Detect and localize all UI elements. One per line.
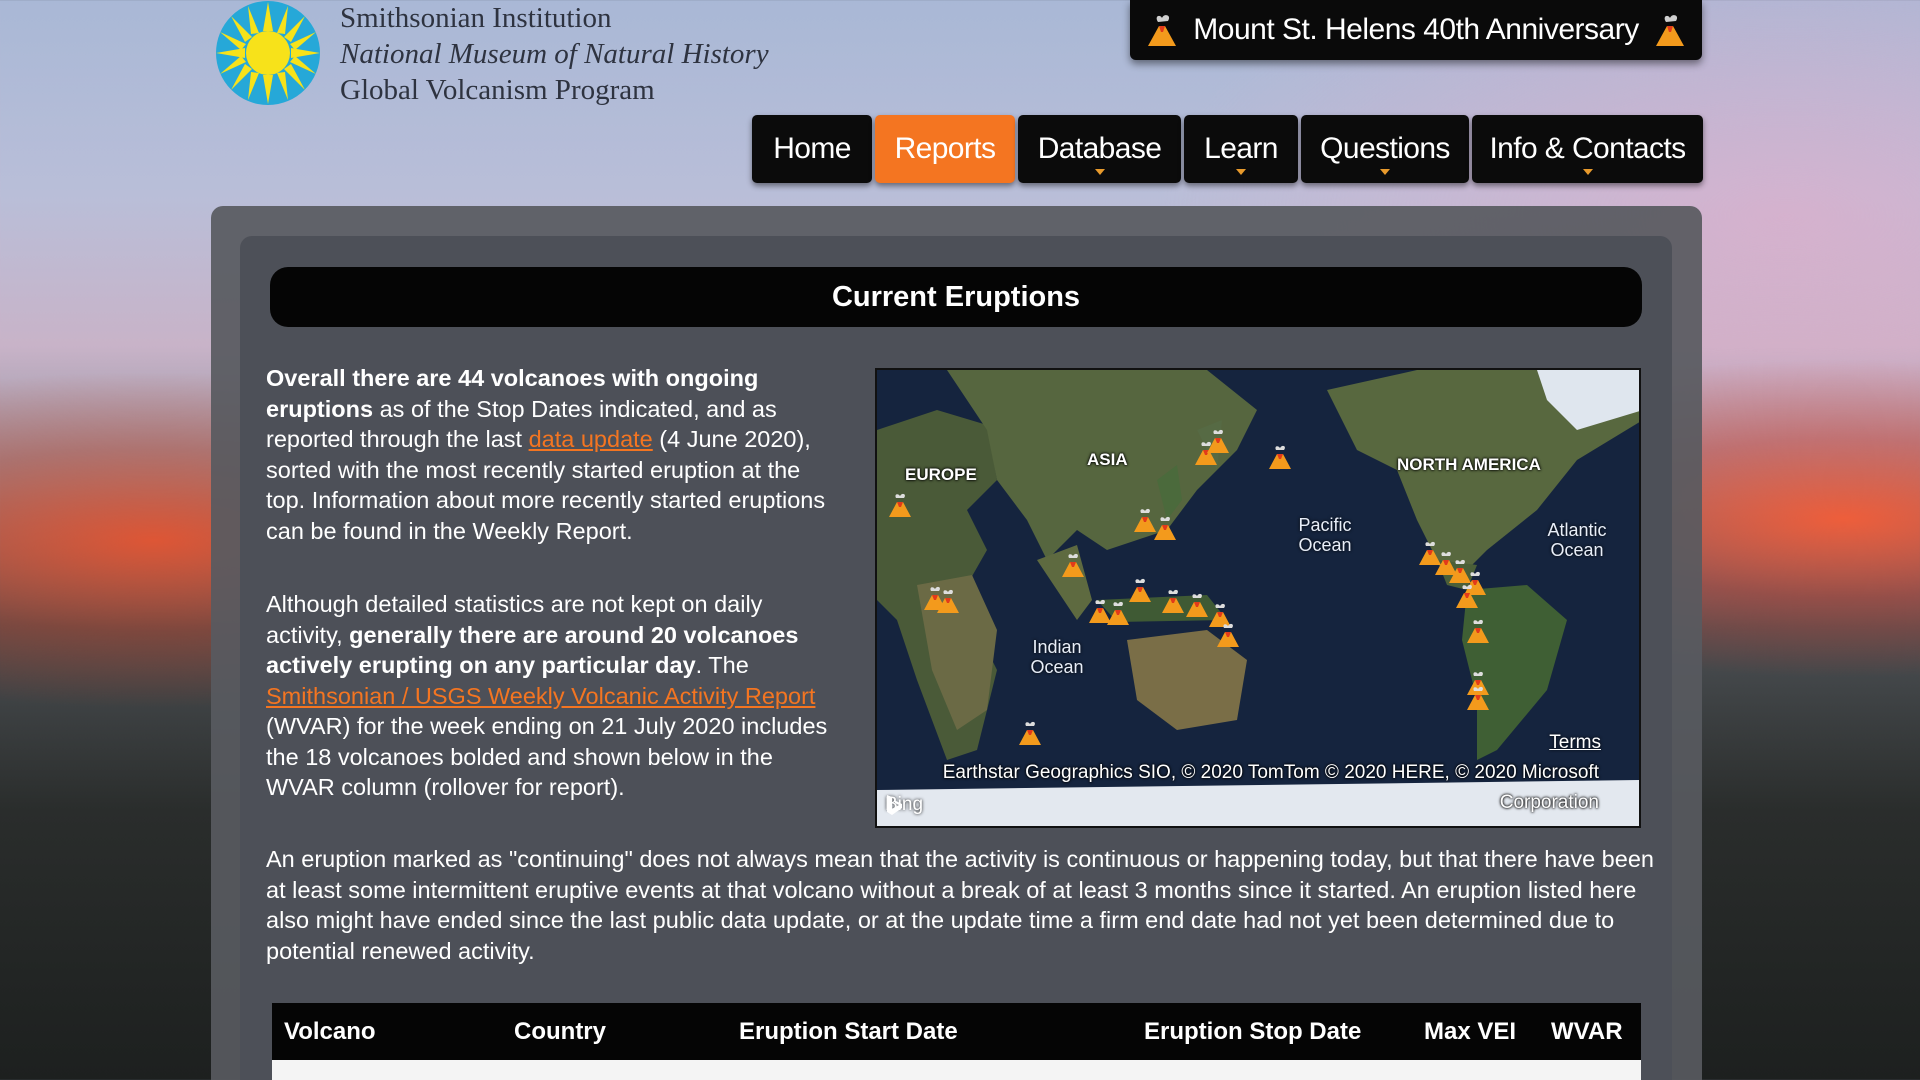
volcano-marker-icon[interactable] xyxy=(887,492,913,518)
caret-down-icon xyxy=(1380,169,1390,175)
col-max-vei[interactable]: Max VEI xyxy=(1424,1018,1516,1046)
col-stop-date[interactable]: Eruption Stop Date xyxy=(1144,1018,1361,1046)
map-label-asia: ASIA xyxy=(1087,450,1128,469)
map-label-pacific: Pacific Ocean xyxy=(1298,515,1352,555)
nav-questions[interactable]: Questions xyxy=(1301,115,1469,183)
map-label-atlantic: Atlantic Ocean xyxy=(1547,520,1607,560)
volcano-icon xyxy=(1655,15,1684,46)
caret-down-icon xyxy=(1236,169,1246,175)
volcano-icon xyxy=(1148,15,1176,46)
nav-learn-label: Learn xyxy=(1204,132,1278,165)
data-update-link[interactable]: data update xyxy=(529,426,653,452)
stats-paragraph: Although detailed statistics are not kep… xyxy=(266,589,836,803)
table-row[interactable] xyxy=(272,1060,1641,1080)
map-terms-link[interactable]: Terms xyxy=(1549,732,1601,754)
volcano-marker-icon[interactable] xyxy=(1160,588,1186,614)
smithsonian-sun-logo[interactable] xyxy=(212,0,324,106)
col-volcano[interactable]: Volcano xyxy=(284,1018,376,1046)
map-label-north-america: NORTH AMERICA xyxy=(1397,455,1541,474)
org-line-program: Global Volcanism Program xyxy=(340,74,655,106)
nav-reports[interactable]: Reports xyxy=(875,115,1015,183)
volcano-marker-icon[interactable] xyxy=(935,588,961,614)
nav-database-label: Database xyxy=(1037,132,1162,165)
main-nav: Home Reports Database Learn Questions In… xyxy=(752,115,1703,183)
volcano-marker-icon[interactable] xyxy=(1465,685,1491,711)
nav-questions-label: Questions xyxy=(1320,132,1450,165)
caret-down-icon xyxy=(1094,169,1105,175)
anniversary-banner[interactable]: Mount St. Helens 40th Anniversary xyxy=(1130,0,1702,60)
volcano-marker-icon[interactable] xyxy=(1060,552,1086,578)
stats-text-3: (WVAR) for the week ending on 21 July 20… xyxy=(266,713,828,800)
caret-down-icon xyxy=(1582,169,1593,175)
map-label-europe: EUROPE xyxy=(905,465,977,484)
eruptions-table-header: Volcano Country Eruption Start Date Erup… xyxy=(272,1003,1641,1060)
map-label-indian: Indian Ocean xyxy=(1030,637,1084,677)
nav-home[interactable]: Home xyxy=(752,115,872,183)
org-name[interactable]: Smithsonian Institution National Museum … xyxy=(340,0,769,108)
volcano-marker-icon[interactable] xyxy=(1215,622,1241,648)
nav-info-contacts[interactable]: Info & Contacts xyxy=(1472,115,1703,183)
volcano-marker-icon[interactable] xyxy=(1454,583,1480,609)
volcano-marker-icon[interactable] xyxy=(1127,577,1153,603)
wvar-link[interactable]: Smithsonian / USGS Weekly Volcanic Activ… xyxy=(266,683,815,709)
page-title: Current Eruptions xyxy=(270,267,1642,327)
nav-database[interactable]: Database xyxy=(1018,115,1181,183)
nav-learn[interactable]: Learn xyxy=(1184,115,1298,183)
eruptions-map[interactable]: EUROPE ASIA NORTH AMERICA Pacific Ocean … xyxy=(875,368,1641,828)
volcano-marker-icon[interactable] xyxy=(1017,720,1043,746)
nav-info-contacts-label: Info & Contacts xyxy=(1489,132,1686,165)
volcano-marker-icon[interactable] xyxy=(1205,428,1231,454)
stats-text-2: . The xyxy=(695,652,749,678)
continuing-note-paragraph: An eruption marked as "continuing" does … xyxy=(266,846,1654,964)
volcano-marker-icon[interactable] xyxy=(1152,515,1178,541)
bing-logo[interactable]: Bing xyxy=(885,794,923,816)
volcano-marker-icon[interactable] xyxy=(1465,618,1491,644)
org-line-museum: National Museum of Natural History xyxy=(340,38,769,70)
org-line-institution: Smithsonian Institution xyxy=(340,2,612,34)
col-start-date[interactable]: Eruption Start Date xyxy=(739,1018,958,1046)
nav-reports-label: Reports xyxy=(894,132,996,165)
col-wvar[interactable]: WVAR xyxy=(1551,1018,1623,1046)
volcano-marker-icon[interactable] xyxy=(1267,444,1293,470)
bing-icon xyxy=(887,795,902,815)
anniversary-text: Mount St. Helens 40th Anniversary xyxy=(1193,13,1639,46)
map-attribution: Earthstar Geographics SIO, © 2020 TomTom… xyxy=(942,762,1599,813)
intro-paragraph: Overall there are 44 volcanoes with ongo… xyxy=(266,363,836,546)
nav-home-label: Home xyxy=(773,132,851,165)
volcano-marker-icon[interactable] xyxy=(1105,600,1131,626)
col-country[interactable]: Country xyxy=(514,1018,606,1046)
